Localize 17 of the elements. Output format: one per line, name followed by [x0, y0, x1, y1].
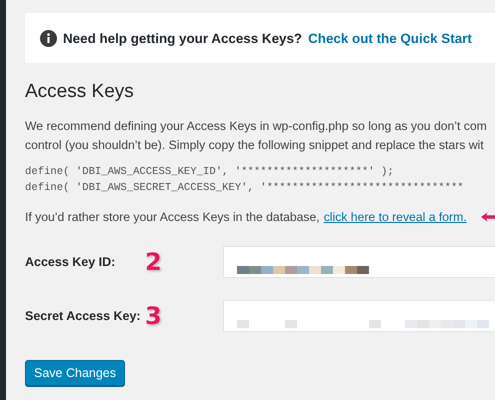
quick-start-link[interactable]: Check out the Quick Start — [308, 30, 472, 46]
info-icon — [40, 30, 57, 46]
notice-text: Need help getting your Access Keys? — [63, 30, 302, 46]
reveal-text: If you’d rather store your Access Keys in the database, — [25, 210, 320, 224]
field-label: Access Key ID: — [25, 255, 116, 269]
code-line: define( 'DBI_AWS_SECRET_ACCESS_KEY', '******************************* — [25, 181, 465, 196]
intro-text: control (you shouldn’t be). Simply copy the following snippet and replace the stars wit — [25, 137, 485, 154]
code-line: define( 'DBI_AWS_ACCESS_KEY_ID', '********************' ); — [25, 165, 395, 180]
field-label: Secret Access Key: — [25, 309, 142, 323]
key-input-field[interactable] — [223, 246, 495, 278]
step-number: 2 — [145, 248, 163, 276]
save-changes-button[interactable]: Save Changes — [25, 360, 126, 386]
step-number: 3 — [145, 302, 163, 330]
section-heading: Access Keys — [25, 81, 135, 103]
key-input-field[interactable] — [223, 300, 495, 332]
intro-text: We recommend defining your Access Keys in wp-config.php so long as you don’t com — [25, 118, 488, 135]
reveal-form-link[interactable]: click here to reveal a form. — [324, 210, 467, 224]
